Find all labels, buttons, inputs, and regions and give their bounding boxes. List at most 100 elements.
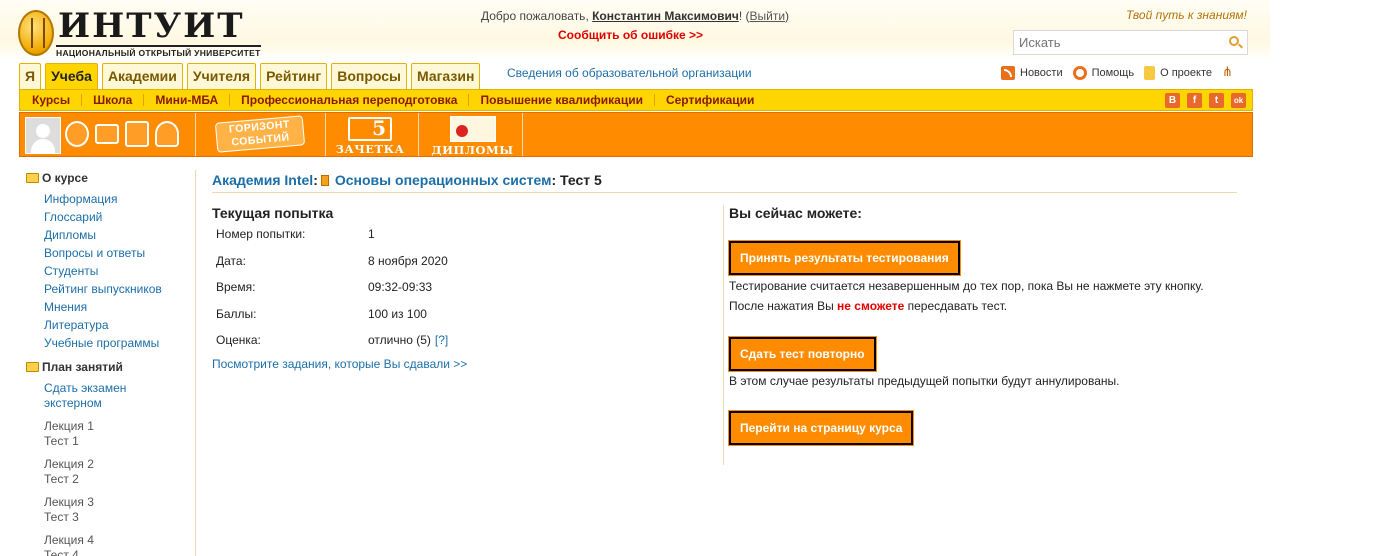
logo-subtitle: НАЦИОНАЛЬНЫЙ ОТКРЫТЫЙ УНИВЕРСИТЕТ [56,45,261,58]
test-label: Тест 3 [44,510,79,524]
sidebar-item-graduates-rating[interactable]: Рейтинг выпускников [44,282,162,296]
sidebar-item-diplomas[interactable]: Дипломы [44,228,96,242]
gift-icon[interactable] [125,121,149,147]
sitemap-icon [1222,64,1234,80]
breadcrumb-current: : Тест 5 [551,172,602,188]
plan-item-lecture: Лекция 1 Тест 1 [44,419,194,449]
sitemap-link[interactable] [1222,64,1234,80]
top-right-links: Новости Помощь О проекте [1001,64,1234,80]
toolbar-divider [325,113,326,156]
test-label: Тест 4 [44,548,79,556]
plan-exam-line1[interactable]: Сдать экзамен [44,381,126,395]
attempt-title: Текущая попытка [212,205,334,221]
accept-results-button[interactable]: Принять результаты тестирования [728,240,961,276]
breadcrumb-course[interactable]: Основы операционных систем [335,172,552,188]
tab-teachers[interactable]: Учителя [186,63,257,89]
about-label: О проекте [1160,67,1212,79]
plan-item-lecture: Лекция 4 Тест 4 [44,533,194,556]
about-course-heading[interactable]: О курсе [26,171,194,185]
table-row: Оценка: отлично (5) [?] [212,327,448,354]
help-link[interactable]: Помощь [1072,66,1134,80]
news-link[interactable]: Новости [1001,66,1063,80]
welcome-close: ) [785,9,790,23]
search-icon[interactable] [1229,36,1239,46]
avatar[interactable] [25,117,61,154]
vk-icon[interactable]: В [1165,93,1180,108]
grade-value: отлично (5) [368,333,431,348]
logout-link[interactable]: Выйти [749,9,785,23]
alarm-clock-icon[interactable] [65,121,89,147]
lecture-label: Лекция 2 [44,457,94,471]
grade-hint-link[interactable]: [?] [435,333,448,347]
subnav-mini-mba[interactable]: Мини-МБА [143,94,229,106]
test-label: Тест 2 [44,472,79,486]
sidebar-item-programs[interactable]: Учебные программы [44,336,159,350]
intuit-logo[interactable]: ИНТУИТ НАЦИОНАЛЬНЫЙ ОТКРЫТЫЙ УНИВЕРСИТЕТ [18,6,261,60]
breadcrumb-divider [212,192,1237,193]
tab-study[interactable]: Учеба [45,63,98,89]
slogan: Твой путь к знаниям! [1126,8,1247,22]
sub-navigation: Курсы Школа Мини-МБА Профессиональная пе… [19,89,1253,111]
user-name-link[interactable]: Константин Максимович [592,9,739,23]
sidebar-item-glossary[interactable]: Глоссарий [44,210,102,224]
toolbar-icons [65,121,179,147]
go-to-course-button[interactable]: Перейти на страницу курса [727,410,915,446]
org-info-link[interactable]: Сведения об образовательной организации [507,66,752,80]
envelope-icon[interactable] [95,124,119,144]
sidebar-item-faq[interactable]: Вопросы и ответы [44,246,145,260]
events-horizon-banner[interactable]: ГОРИЗОНТ СОБЫТИЙ [200,113,320,156]
diplomas-label: ДИПЛОМЫ [431,143,514,157]
bell-icon[interactable] [155,121,179,147]
search-box [1013,30,1248,55]
about-course-title: О курсе [42,171,88,185]
book-icon [320,175,329,186]
review-tasks-link[interactable]: Посмотрите задания, которые Вы сдавали >… [212,357,467,371]
plan-item-exam[interactable]: Сдать экзамен экстерном [44,381,194,411]
plan-exam-line2[interactable]: экстерном [44,396,102,410]
breadcrumb: Академия Intel: Основы операционных систе… [212,172,602,188]
accept-warning-emphasis: не сможете [837,299,905,313]
sidebar-item-literature[interactable]: Литература [44,318,109,332]
attempt-key: Дата: [216,253,246,268]
attempt-key: Оценка: [216,333,261,348]
attempt-value: 09:32-09:33 [368,280,433,295]
sidebar-item-info[interactable]: Информация [44,192,117,206]
folder-icon [26,173,39,183]
odnoklassniki-icon[interactable]: ok [1231,93,1246,108]
subnav-qualification[interactable]: Повышение квалификации [468,94,653,106]
report-error-link[interactable]: Сообщить об ошибке >> [558,28,703,42]
plan-list: Сдать экзамен экстерном Лекция 1 Тест 1 Ле… [26,381,194,556]
sidebar-item-opinions[interactable]: Мнения [44,300,87,314]
tab-academies[interactable]: Академии [101,63,183,89]
subnav-retraining[interactable]: Профессиональная переподготовка [229,94,468,106]
welcome-prefix: Добро пожаловать, [481,9,593,23]
test-label: Тест 1 [44,434,79,448]
subnav-school[interactable]: Школа [81,94,143,106]
plan-heading[interactable]: План занятий [26,360,194,374]
diplomas-banner[interactable]: ДИПЛОМЫ [430,113,515,157]
search-input[interactable] [1014,31,1219,54]
lecture-label: Лекция 1 [44,419,94,433]
lecture-label: Лекция 3 [44,495,94,509]
tab-questions[interactable]: Вопросы [331,63,407,89]
about-link[interactable]: О проекте [1144,66,1212,80]
accept-warning-a: После нажатия Вы [729,299,838,313]
zachetka-banner[interactable]: 5 ЗАЧЕТКА [335,113,405,156]
subnav-courses[interactable]: Курсы [32,94,81,106]
sidebar-item-students[interactable]: Студенты [44,264,98,278]
social-links: В f t ok [1165,93,1246,108]
retry-test-button[interactable]: Сдать тест повторно [728,336,877,372]
tab-shop[interactable]: Магазин [410,63,481,89]
breadcrumb-sep: : [313,172,318,188]
twitter-icon[interactable]: t [1209,93,1224,108]
facebook-icon[interactable]: f [1187,93,1202,108]
toolbar-divider [195,113,196,156]
breadcrumb-academy[interactable]: Академия Intel [212,172,313,188]
tab-me[interactable]: Я [19,63,42,89]
subnav-certifications[interactable]: Сертификации [653,94,765,106]
gradebook-icon: 5 [348,116,392,141]
lifebuoy-icon [1072,66,1087,80]
tab-rating[interactable]: Рейтинг [260,63,328,89]
attempt-value: 8 ноября 2020 [368,253,448,268]
toolbar-divider [522,113,523,156]
